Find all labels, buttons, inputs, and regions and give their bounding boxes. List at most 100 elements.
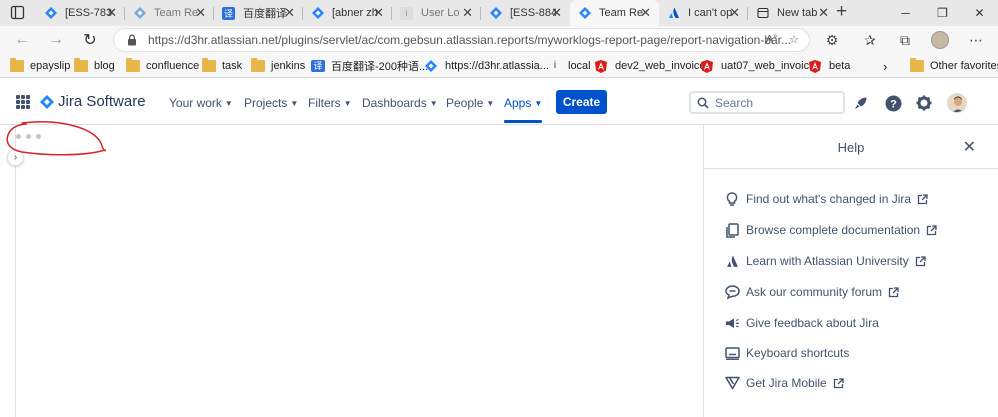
jira-icon [311, 7, 324, 20]
browser-tab[interactable]: [ESS-884 ✕ [481, 0, 570, 26]
nav-dashboards[interactable]: Dashboards ▼ [362, 96, 438, 110]
browser-tab[interactable]: i User Lo ✕ [392, 0, 481, 26]
bookmark-item[interactable]: jenkins [251, 58, 305, 74]
browser-tab[interactable]: New tab ✕ [748, 0, 837, 26]
folder-icon [202, 58, 216, 72]
bookmark-item[interactable]: i local [548, 58, 591, 74]
folder-icon [126, 58, 140, 72]
close-window-icon[interactable]: ✕ [961, 0, 998, 26]
favorite-star-icon[interactable]: ☆ [789, 33, 799, 46]
jira-icon [133, 7, 146, 20]
back-arrow-icon[interactable]: ← [12, 30, 32, 50]
nav-projects[interactable]: Projects ▼ [244, 96, 298, 110]
bookmark-item[interactable]: https://d3hr.atlassia... [425, 58, 549, 74]
other-favorites[interactable]: Other favorites [910, 58, 998, 74]
help-item-mobile[interactable]: Get Jira Mobile [724, 375, 844, 391]
bookmark-label: 百度翻译-200种语... [331, 61, 429, 73]
minimize-icon[interactable]: ─ [887, 0, 924, 26]
bookmark-item[interactable]: epayslip [10, 58, 70, 74]
tab-actions-icon[interactable] [10, 5, 25, 20]
search-field[interactable] [689, 91, 845, 114]
profile-icon[interactable] [930, 30, 950, 50]
bookmark-item[interactable]: 译百度翻译-200种语... [311, 58, 428, 74]
nav-apps[interactable]: Apps ▼ [504, 96, 543, 123]
close-icon[interactable]: ✕ [195, 6, 206, 19]
bookmark-item[interactable]: task [202, 58, 242, 74]
browser-tab-active[interactable]: Team Re ✕ [570, 0, 659, 26]
baidu-translate-icon: 译 [311, 60, 325, 72]
nav-filters[interactable]: Filters ▼ [308, 96, 352, 110]
external-link-icon [926, 224, 937, 235]
more-icon[interactable]: ⋯ [966, 30, 986, 50]
browser-tab[interactable]: 译 百度翻译 ✕ [214, 0, 303, 26]
user-avatar[interactable] [947, 93, 967, 113]
browser-tab[interactable]: [abner zh ✕ [303, 0, 392, 26]
help-item-label: Give feedback about Jira [746, 316, 879, 330]
bookmark-item[interactable]: confluence [126, 58, 199, 74]
help-item-feedback[interactable]: Give feedback about Jira [724, 315, 879, 331]
bookmark-item[interactable]: beta [809, 58, 850, 74]
favorites-icon[interactable]: ✰ [860, 30, 880, 50]
search-input[interactable] [715, 95, 835, 110]
svg-text:?: ? [890, 98, 897, 110]
help-item-university[interactable]: Learn with Atlassian University [724, 253, 926, 269]
help-item-label: Find out what's changed in Jira [746, 192, 912, 206]
notifications-icon[interactable] [852, 94, 870, 112]
browser-tab[interactable]: Team Re ✕ [125, 0, 214, 26]
restore-icon[interactable]: ❐ [924, 0, 961, 26]
jira-top-nav: Jira Software Your work ▼ Projects ▼ Filte… [0, 78, 998, 125]
read-aloud-icon[interactable]: A» [766, 33, 777, 46]
close-icon[interactable]: ✕ [818, 6, 829, 19]
help-icon[interactable]: ? [884, 94, 902, 112]
search-icon [697, 97, 709, 109]
bookmark-item[interactable]: dev2_web_invoice [595, 58, 706, 74]
help-item-community[interactable]: Ask our community forum [724, 284, 899, 300]
close-icon[interactable]: ✕ [963, 137, 976, 157]
close-icon[interactable]: ✕ [462, 6, 473, 19]
create-button[interactable]: Create [556, 90, 607, 114]
close-icon[interactable]: ✕ [106, 6, 117, 19]
jira-logo[interactable]: Jira Software [40, 93, 146, 110]
browser-tab[interactable]: I can't op ✕ [659, 0, 748, 26]
close-icon[interactable]: ✕ [551, 6, 562, 19]
chevron-right-icon[interactable]: › [883, 58, 887, 74]
nav-people[interactable]: People ▼ [446, 96, 494, 110]
baidu-translate-icon: 译 [222, 6, 235, 20]
extensions-icon[interactable]: ⚙ [822, 30, 842, 50]
chevron-down-icon: ▼ [429, 98, 438, 108]
new-tab-button[interactable]: + [836, 2, 847, 22]
help-header: Help ✕ [704, 125, 998, 169]
nav-your-work[interactable]: Your work ▼ [169, 96, 233, 110]
lightbulb-icon [724, 191, 740, 207]
help-item-whats-new[interactable]: Find out what's changed in Jira [724, 191, 928, 207]
red-annotation-circle [6, 121, 106, 156]
bookmark-item[interactable]: uat07_web_invoice [701, 58, 815, 74]
bookmark-label: Other favorites [930, 60, 998, 72]
app-switcher-icon[interactable] [16, 95, 30, 109]
bookmark-label: beta [829, 60, 851, 72]
bookmark-label: https://d3hr.atlassia... [445, 60, 549, 72]
browser-tab[interactable]: [ESS-783 ✕ [36, 0, 125, 26]
chat-icon [724, 284, 740, 300]
close-icon[interactable]: ✕ [640, 6, 651, 19]
help-item-shortcuts[interactable]: Keyboard shortcuts [724, 345, 849, 361]
address-bar[interactable]: https://d3hr.atlassian.net/plugins/servl… [113, 28, 810, 52]
help-item-documentation[interactable]: Browse complete documentation [724, 222, 937, 238]
close-icon[interactable]: ✕ [373, 6, 384, 19]
angular-icon [809, 60, 823, 73]
refresh-icon[interactable]: ↻ [80, 30, 100, 50]
external-link-icon [915, 255, 926, 266]
close-icon[interactable]: ✕ [284, 6, 295, 19]
documents-icon [724, 222, 740, 238]
megaphone-icon [724, 315, 740, 331]
close-icon[interactable]: ✕ [729, 6, 740, 19]
settings-gear-icon[interactable] [915, 94, 933, 112]
atlassian-icon [667, 7, 680, 20]
help-item-label: Ask our community forum [746, 285, 883, 299]
atlassian-icon [724, 253, 740, 269]
chevron-down-icon: ▼ [290, 98, 299, 108]
forward-arrow-icon[interactable]: → [46, 30, 66, 50]
collections-icon[interactable]: ⧉ [895, 30, 915, 50]
bookmark-item[interactable]: blog [74, 58, 115, 74]
jira-icon [44, 7, 57, 20]
